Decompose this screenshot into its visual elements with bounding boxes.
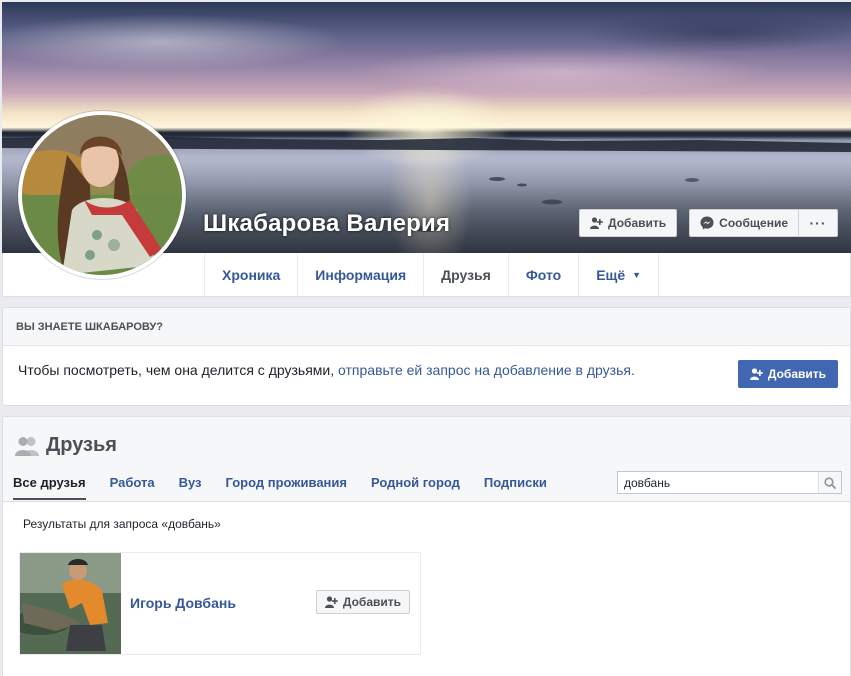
add-friend-primary-label: Добавить xyxy=(767,367,826,381)
friend-photo[interactable] xyxy=(20,553,121,654)
tab-label: Фото xyxy=(525,266,562,283)
tab-friends[interactable]: Друзья xyxy=(423,253,508,296)
subtab-following[interactable]: Подписки xyxy=(484,475,547,500)
more-options-button[interactable]: ··· xyxy=(798,209,838,237)
avatar xyxy=(22,115,182,275)
friend-add-label: Добавить xyxy=(342,595,401,609)
messenger-icon xyxy=(700,216,714,230)
friends-search xyxy=(617,471,842,494)
do-you-know-box: ВЫ ЗНАЕТЕ ШКАБАРОВУ? Чтобы посмотреть, ч… xyxy=(2,307,851,406)
avatar-illustration xyxy=(22,115,182,275)
add-friend-label: Добавить xyxy=(608,216,667,230)
friend-add-button[interactable]: Добавить xyxy=(315,590,410,614)
friend-name[interactable]: Игорь Довбань xyxy=(130,595,236,611)
search-button[interactable] xyxy=(818,472,841,493)
profile-picture[interactable] xyxy=(18,111,186,279)
caret-down-icon: ▼ xyxy=(632,269,642,280)
friends-search-input[interactable] xyxy=(618,472,818,493)
profile-name[interactable]: Шкабарова Валерия xyxy=(203,210,450,238)
friends-title-text: Друзья xyxy=(46,434,117,456)
search-results-label: Результаты для запроса «довбань» xyxy=(23,517,221,531)
message-button[interactable]: Сообщение xyxy=(689,209,798,237)
tab-about[interactable]: Информация xyxy=(297,253,423,296)
tab-label: Хроника xyxy=(222,266,281,283)
profile-tabs: Хроника Информация Друзья Фото Ещё ▼ xyxy=(204,253,660,296)
subtab-hometown[interactable]: Родной город xyxy=(371,475,460,500)
subtab-work[interactable]: Работа xyxy=(110,475,155,500)
tab-timeline[interactable]: Хроника xyxy=(204,253,297,296)
friends-icon xyxy=(15,436,39,456)
subtab-current-city[interactable]: Город проживания xyxy=(226,475,348,500)
message-button-group: Сообщение ··· xyxy=(689,209,838,237)
friend-photo-illustration xyxy=(20,553,121,654)
add-friend-icon xyxy=(749,368,763,380)
friends-header: Друзья Все друзья Работа Вуз Город прожи… xyxy=(3,417,850,502)
cover-actions: Добавить Сообщение ··· xyxy=(579,209,838,237)
do-you-know-header: ВЫ ЗНАЕТЕ ШКАБАРОВУ? xyxy=(3,308,850,346)
do-you-know-text: Чтобы посмотреть, чем она делится с друз… xyxy=(18,362,635,378)
tab-photos[interactable]: Фото xyxy=(507,253,578,296)
add-friend-icon xyxy=(324,596,338,608)
friends-section: Друзья Все друзья Работа Вуз Город прожи… xyxy=(2,416,851,676)
tab-more[interactable]: Ещё ▼ xyxy=(578,253,660,296)
send-request-link[interactable]: отправьте ей запрос на добавление в друз… xyxy=(338,362,635,378)
friends-sub-tabs: Все друзья Работа Вуз Город проживания Р… xyxy=(13,475,547,500)
friend-card: Игорь Довбань Добавить xyxy=(19,552,421,655)
do-you-know-description: Чтобы посмотреть, чем она делится с друз… xyxy=(18,362,335,378)
tab-label: Ещё xyxy=(596,266,626,283)
more-icon: ··· xyxy=(809,215,827,231)
subtab-university[interactable]: Вуз xyxy=(179,475,202,500)
message-label: Сообщение xyxy=(719,216,788,230)
subtab-all-friends[interactable]: Все друзья xyxy=(13,475,86,500)
add-friend-button[interactable]: Добавить xyxy=(579,209,678,237)
add-friend-primary-button[interactable]: Добавить xyxy=(737,360,838,388)
tab-label: Друзья xyxy=(441,266,491,283)
tab-label: Информация xyxy=(315,266,407,283)
search-icon xyxy=(824,476,836,489)
friends-title: Друзья xyxy=(15,434,117,457)
add-friend-icon xyxy=(590,217,603,229)
